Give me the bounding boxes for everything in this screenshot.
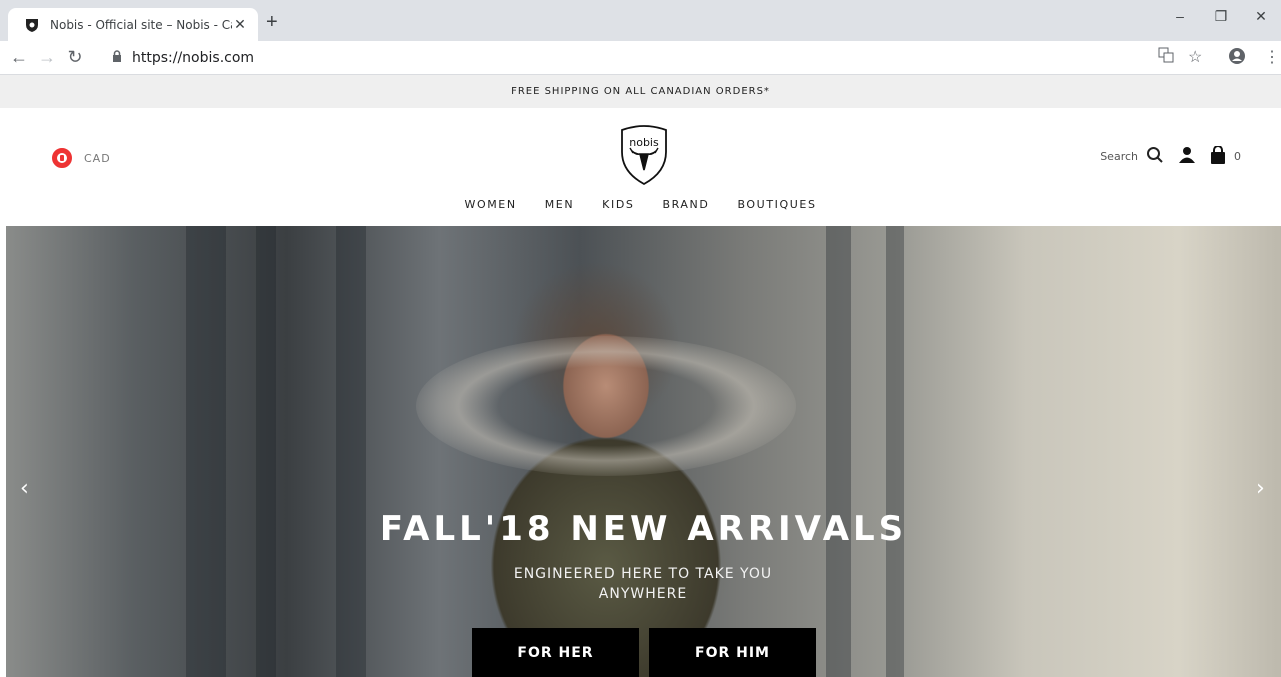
reload-icon[interactable]: ↻ [62, 47, 88, 68]
lock-icon [112, 50, 122, 66]
main-nav: WOMEN MEN KIDS BRAND BOUTIQUES [0, 198, 1281, 211]
site-header: CAD nobis Search 0 WOMEN MEN KIDS BRAND … [0, 108, 1281, 226]
window-close-button[interactable]: ✕ [1241, 8, 1281, 25]
carousel-next-arrow[interactable]: › [1256, 476, 1265, 501]
account-icon[interactable] [1178, 146, 1196, 167]
nav-kids[interactable]: KIDS [602, 198, 634, 211]
window-restore-button[interactable]: ❐ [1201, 8, 1241, 25]
nav-men[interactable]: MEN [545, 198, 574, 211]
profile-icon[interactable] [1228, 47, 1246, 70]
currency-label: CAD [84, 151, 111, 165]
for-him-button[interactable]: FOR HIM [649, 628, 816, 677]
bookmark-star-icon[interactable]: ☆ [1188, 47, 1202, 67]
hero-background-building [256, 226, 276, 677]
window-minimize-button[interactable]: – [1160, 8, 1200, 24]
nobis-favicon-icon [24, 17, 40, 33]
hero-background-building [186, 226, 226, 677]
for-her-button[interactable]: FOR HER [472, 628, 639, 677]
hero-background-building [886, 226, 904, 677]
browser-tabstrip: Nobis - Official site – Nobis - Car ✕ + … [0, 0, 1281, 41]
hero-title: FALL'18 NEW ARRIVALS [379, 509, 908, 549]
menu-kebab-icon[interactable]: ⋮ [1264, 47, 1280, 67]
nav-brand[interactable]: BRAND [662, 198, 709, 211]
hero-banner: ‹ › FALL'18 NEW ARRIVALS ENGINEERED HERE… [6, 226, 1281, 677]
nav-boutiques[interactable]: BOUTIQUES [737, 198, 816, 211]
cart-count: 0 [1234, 150, 1241, 163]
browser-tab[interactable]: Nobis - Official site – Nobis - Car ✕ [8, 8, 258, 41]
browser-toolbar: ← → ↻ https://nobis.com ☆ ⋮ [0, 41, 1281, 75]
logo-text: nobis [629, 136, 659, 149]
nobis-logo[interactable]: nobis [618, 124, 670, 186]
hero-subtitle: ENGINEERED HERE TO TAKE YOU ANYWHERE [493, 564, 793, 604]
address-bar[interactable]: https://nobis.com [112, 44, 1172, 72]
hero-background-building [336, 226, 366, 677]
promo-text: FREE SHIPPING ON ALL CANADIAN ORDERS* [511, 86, 770, 97]
promo-bar: FREE SHIPPING ON ALL CANADIAN ORDERS* [0, 75, 1281, 108]
tab-title: Nobis - Official site – Nobis - Car [50, 17, 232, 32]
url-text: https://nobis.com [132, 50, 255, 66]
carousel-prev-arrow[interactable]: ‹ [20, 476, 29, 501]
canada-flag-icon [52, 148, 72, 168]
search-label[interactable]: Search [1100, 150, 1138, 163]
back-arrow-icon[interactable]: ← [6, 47, 32, 68]
shopping-bag-icon[interactable] [1210, 145, 1226, 167]
nav-women[interactable]: WOMEN [464, 198, 516, 211]
tab-close-icon[interactable]: ✕ [232, 16, 248, 33]
translate-icon[interactable] [1158, 47, 1174, 68]
forward-arrow-icon[interactable]: → [34, 47, 60, 68]
header-utilities: Search 0 [1100, 145, 1241, 167]
hero-subtitle-line2: ANYWHERE [598, 586, 688, 602]
hero-subtitle-line1: ENGINEERED HERE TO TAKE YOU [513, 566, 773, 582]
currency-selector[interactable]: CAD [52, 148, 111, 168]
hero-background-building [826, 226, 851, 677]
search-icon[interactable] [1146, 146, 1164, 167]
new-tab-button[interactable]: + [266, 12, 278, 32]
hero-fur-hood [416, 336, 796, 476]
